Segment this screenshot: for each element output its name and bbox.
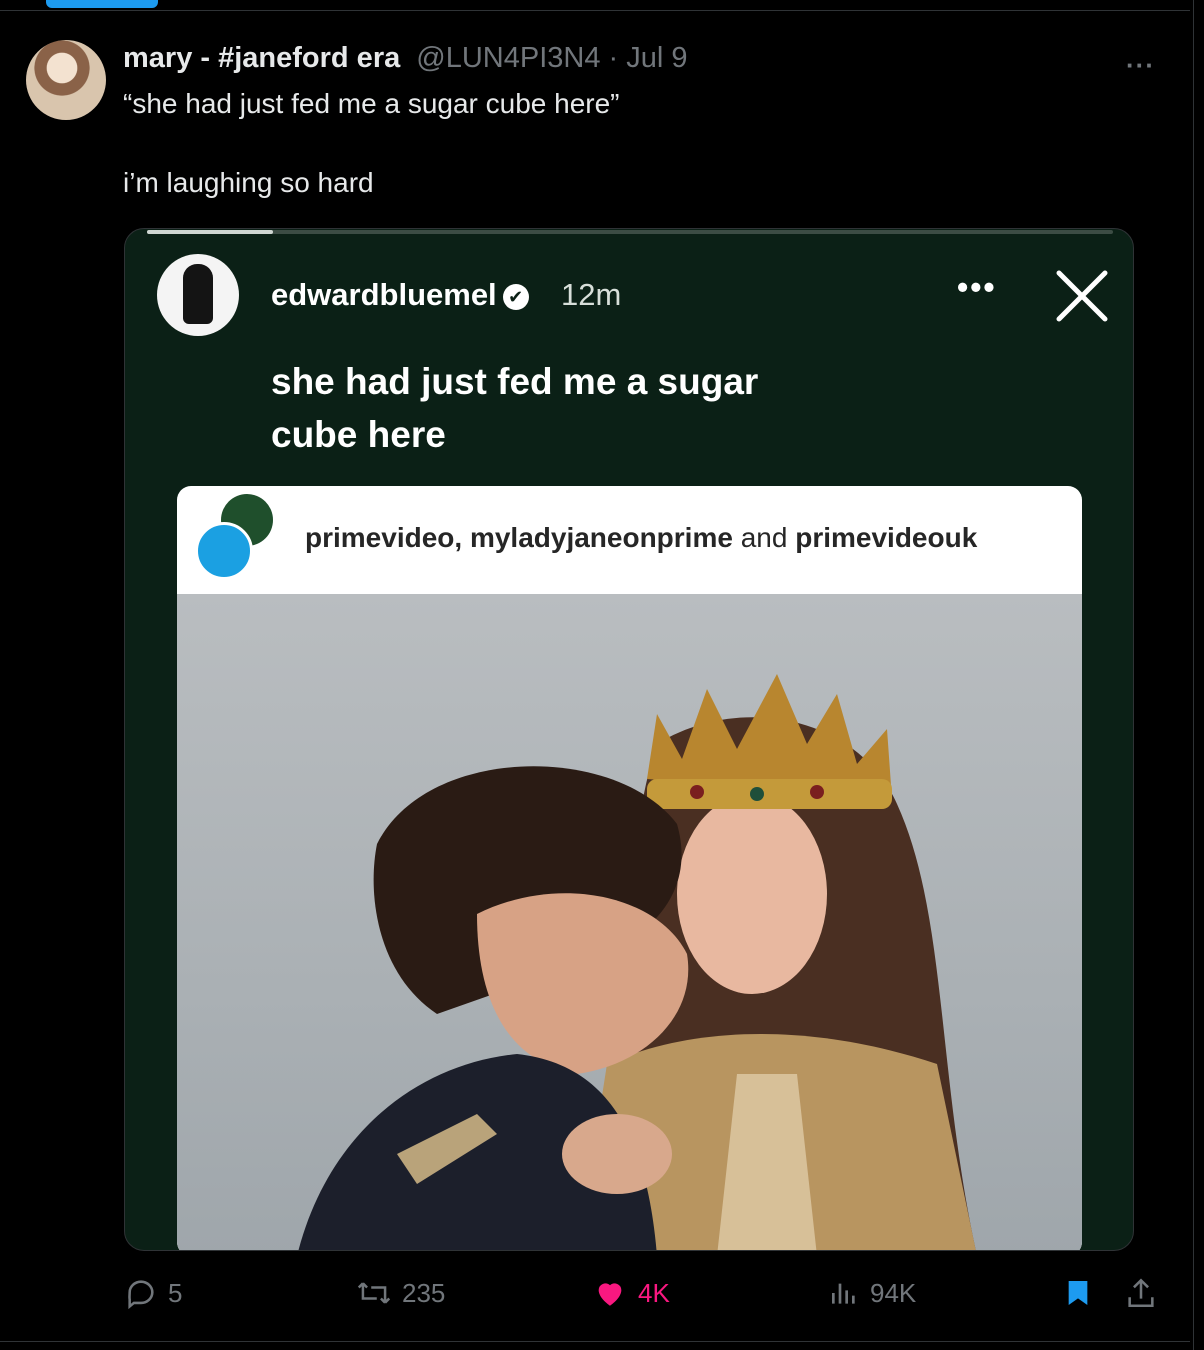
story-username: edwardbluemel ✔ (271, 277, 529, 313)
reply-button[interactable]: 5 (124, 1276, 182, 1310)
action-bar: 5 235 4K 94K (0, 1276, 1204, 1316)
story-avatar (157, 254, 239, 336)
verified-icon: ✔ (502, 283, 529, 310)
tweet-header: mary - #janeford era @LUN4PI3N4 · Jul 9 (123, 42, 688, 75)
collab-accounts: primevideo, myladyjaneonprime and primev… (305, 522, 978, 553)
divider (0, 10, 1190, 11)
story-progress-fill (147, 230, 273, 234)
bookmark-button[interactable] (1062, 1276, 1104, 1310)
tab-indicator (46, 0, 158, 8)
reply-icon (128, 1280, 154, 1310)
more-options-icon[interactable]: ··· (1126, 50, 1155, 81)
reply-count: 5 (168, 1277, 183, 1308)
divider (1193, 0, 1194, 1350)
media-card[interactable]: edwardbluemel ✔ 12m ••• she had just fed … (124, 228, 1134, 1251)
post-photo (177, 594, 1082, 1250)
close-icon (1056, 270, 1108, 322)
story-more-icon: ••• (957, 269, 997, 305)
story-progress-bar (147, 230, 1113, 234)
views-icon (832, 1283, 855, 1304)
share-button[interactable] (1124, 1276, 1168, 1310)
share-icon (1128, 1278, 1154, 1308)
tweet-text-line: i’m laughing so hard (123, 167, 374, 198)
repost-button[interactable]: 235 (356, 1276, 445, 1310)
divider (0, 1341, 1190, 1342)
primevideo-logo (195, 522, 253, 580)
story-caption: she had just fed me a sugar cube here (271, 361, 759, 455)
heart-icon (598, 1283, 622, 1306)
collab-logos (195, 494, 277, 580)
views-button[interactable]: 94K (828, 1276, 916, 1310)
bookmark-icon (1068, 1281, 1088, 1305)
like-button[interactable]: 4K (592, 1276, 670, 1310)
repost-icon (357, 1282, 391, 1304)
collab-post-card: primevideo, myladyjaneonprime and primev… (177, 486, 1082, 1250)
like-count: 4K (638, 1277, 670, 1308)
handle-and-date[interactable]: @LUN4PI3N4 · Jul 9 (416, 42, 687, 74)
tweet-text-line: “she had just fed me a sugar cube here” (123, 88, 620, 119)
avatar[interactable] (26, 40, 106, 120)
story-time: 12m (561, 277, 622, 312)
view-count: 94K (870, 1277, 917, 1308)
couple-photo (298, 674, 976, 1250)
display-name[interactable]: mary - #janeford era (123, 42, 400, 74)
repost-count: 235 (402, 1277, 446, 1308)
